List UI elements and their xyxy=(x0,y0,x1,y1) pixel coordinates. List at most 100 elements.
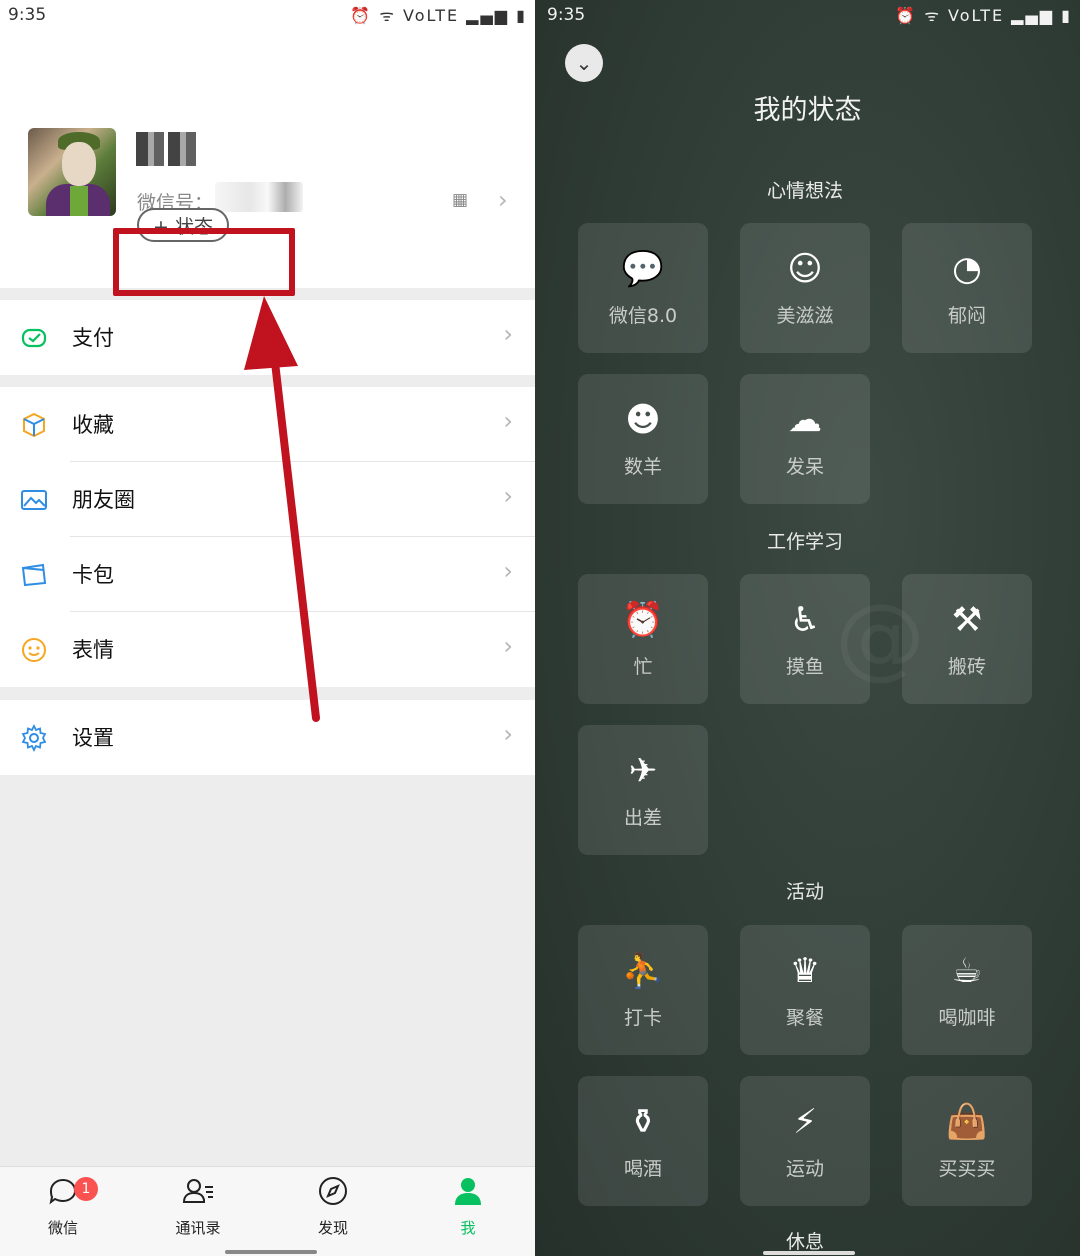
status-tile-label: 买买买 xyxy=(938,1158,996,1180)
menu-group-main: 收藏 › 朋友圈 › 卡包 › 表情 › xyxy=(0,387,535,687)
status-tile-label: 喝酒 xyxy=(623,1158,662,1180)
status-tile-label: 搬砖 xyxy=(947,656,986,678)
qr-code-icon[interactable]: ▦ xyxy=(452,191,470,209)
gloomy-face-icon: ◔ xyxy=(952,249,982,289)
status-tile-moving-bricks[interactable]: ⚒ 搬砖 xyxy=(902,574,1032,704)
tab-label: 微信 xyxy=(47,1219,78,1237)
status-tile-coffee[interactable]: ☕ 喝咖啡 xyxy=(902,925,1032,1055)
moments-image-icon xyxy=(20,486,48,514)
sheep-face-icon: ☻ xyxy=(625,400,661,440)
menu-item-label: 设置 xyxy=(72,726,114,750)
menu-item-favorites[interactable]: 收藏 › xyxy=(0,387,535,462)
unread-badge: 1 xyxy=(74,1177,98,1201)
menu-item-pay[interactable]: 支付 › xyxy=(0,300,535,375)
collapse-chevron-down-icon[interactable]: ⌄ xyxy=(565,44,603,82)
status-tile-exercise[interactable]: ⚡ 运动 xyxy=(740,1076,870,1206)
chevron-right-icon: › xyxy=(503,407,513,435)
favorites-cube-icon xyxy=(20,411,48,439)
status-tile-label: 忙 xyxy=(633,656,653,678)
status-tile-busy[interactable]: ⏰ 忙 xyxy=(578,574,708,704)
menu-item-label: 支付 xyxy=(72,326,114,350)
status-tile-slacking[interactable]: ♿ 摸鱼 xyxy=(740,574,870,704)
person-icon xyxy=(423,1175,513,1213)
status-tile-business-trip[interactable]: ✈ 出差 xyxy=(578,725,708,855)
status-tile-drinking[interactable]: ⚱ 喝酒 xyxy=(578,1076,708,1206)
status-tile-label: 喝咖啡 xyxy=(938,1007,996,1029)
card-wallet-icon xyxy=(20,561,48,589)
chevron-right-icon[interactable]: › xyxy=(498,186,508,214)
tab-discover[interactable]: 发现 xyxy=(288,1175,378,1245)
pay-icon xyxy=(20,324,48,352)
worker-icon: ⚒ xyxy=(951,600,983,640)
menu-item-cards[interactable]: 卡包 › xyxy=(0,537,535,612)
tab-contacts[interactable]: 通讯录 xyxy=(153,1175,243,1245)
tab-me[interactable]: 我 xyxy=(423,1175,513,1245)
emoji-face-icon xyxy=(20,636,48,664)
status-tile-label: 运动 xyxy=(785,1158,824,1180)
bottom-tab-bar: 1 微信 通讯录 发现 我 xyxy=(0,1166,535,1256)
menu-item-label: 收藏 xyxy=(72,413,114,437)
status-tile-shopping[interactable]: 👜 买买买 xyxy=(902,1076,1032,1206)
wechat-logo-icon: 💬 xyxy=(621,249,665,289)
home-indicator[interactable] xyxy=(763,1251,855,1255)
menu-group-settings: 设置 › xyxy=(0,700,535,775)
status-tile-label: 摸鱼 xyxy=(785,656,824,678)
status-tile-label: 发呆 xyxy=(785,456,824,478)
nickname-redacted xyxy=(136,132,200,166)
chevron-right-icon: › xyxy=(503,632,513,660)
menu-item-stickers[interactable]: 表情 › xyxy=(0,612,535,687)
chevron-right-icon: › xyxy=(503,482,513,510)
status-tile-wechat8[interactable]: 💬 微信8.0 xyxy=(578,223,708,353)
airplane-icon: ✈ xyxy=(628,751,658,791)
status-tile-happy[interactable]: ☺ 美滋滋 xyxy=(740,223,870,353)
status-tile-daze[interactable]: ☁ 发呆 xyxy=(740,374,870,504)
section-title-activity: 活动 xyxy=(785,881,824,903)
status-tile-label: 郁闷 xyxy=(947,305,986,327)
status-tile-label: 打卡 xyxy=(623,1007,662,1029)
shopping-bags-icon: 👜 xyxy=(945,1102,989,1142)
status-tile-label: 数羊 xyxy=(623,456,662,478)
status-bar: 9:35 ⏰ ᯤ VoLTE ▂▄▆ ▮ xyxy=(535,0,1080,32)
status-icons: ⏰ ᯤ VoLTE ▂▄▆ ▮ xyxy=(350,6,527,25)
status-tile-label: 出差 xyxy=(623,807,662,829)
page-title: 我的状态 xyxy=(753,95,862,126)
menu-item-label: 朋友圈 xyxy=(72,488,135,512)
wechat-id-redacted xyxy=(215,182,303,212)
status-time: 9:35 xyxy=(547,5,586,25)
menu-group-pay: 支付 › xyxy=(0,300,535,375)
tab-label: 通讯录 xyxy=(175,1219,221,1237)
status-tile-counting-sheep[interactable]: ☻ 数羊 xyxy=(578,374,708,504)
group-cheer-icon: ♛ xyxy=(789,951,821,991)
tab-label: 我 xyxy=(460,1219,476,1237)
my-status-page: 9:35 ⏰ ᯤ VoLTE ▂▄▆ ▮ ⌄ 我的状态 @ 心情想法 💬 微信8… xyxy=(535,0,1080,1256)
menu-item-label: 表情 xyxy=(72,638,114,662)
status-tile-gloomy[interactable]: ◔ 郁闷 xyxy=(902,223,1032,353)
wechat-me-page: 9:35 ⏰ ᯤ VoLTE ▂▄▆ ▮ 微信号： ▦ › + 状态 支付 › … xyxy=(0,0,535,1256)
tab-label: 发现 xyxy=(317,1219,348,1237)
menu-item-moments[interactable]: 朋友圈 › xyxy=(0,462,535,537)
home-indicator[interactable] xyxy=(225,1250,317,1254)
alarm-laptop-icon: ⏰ xyxy=(621,600,665,640)
status-tile-dinner-party[interactable]: ♛ 聚餐 xyxy=(740,925,870,1055)
tab-chats[interactable]: 1 微信 xyxy=(18,1175,108,1245)
status-tile-check-in[interactable]: ⛹ 打卡 xyxy=(578,925,708,1055)
section-title-work: 工作学习 xyxy=(766,531,843,553)
status-tile-label: 美滋滋 xyxy=(776,305,834,327)
menu-item-settings[interactable]: 设置 › xyxy=(0,700,535,775)
smile-face-icon: ☺ xyxy=(787,249,823,289)
coffee-cup-icon: ☕ xyxy=(951,951,983,991)
daze-figure-icon: ☁ xyxy=(788,400,822,440)
status-time: 9:35 xyxy=(8,5,47,25)
chevron-right-icon: › xyxy=(503,557,513,585)
settings-gear-icon xyxy=(20,723,48,753)
contacts-icon xyxy=(153,1175,243,1213)
compass-icon xyxy=(288,1175,378,1213)
section-title-mood: 心情想法 xyxy=(766,180,843,202)
avatar[interactable] xyxy=(28,128,116,216)
status-icons: ⏰ ᯤ VoLTE ▂▄▆ ▮ xyxy=(895,6,1072,25)
drinking-bottle-icon: ⚱ xyxy=(628,1102,658,1142)
chair-person-icon: ♿ xyxy=(789,600,821,640)
status-tile-label: 微信8.0 xyxy=(608,305,678,327)
running-person-icon: ⛹ xyxy=(621,951,665,991)
status-bar: 9:35 ⏰ ᯤ VoLTE ▂▄▆ ▮ xyxy=(0,0,535,32)
